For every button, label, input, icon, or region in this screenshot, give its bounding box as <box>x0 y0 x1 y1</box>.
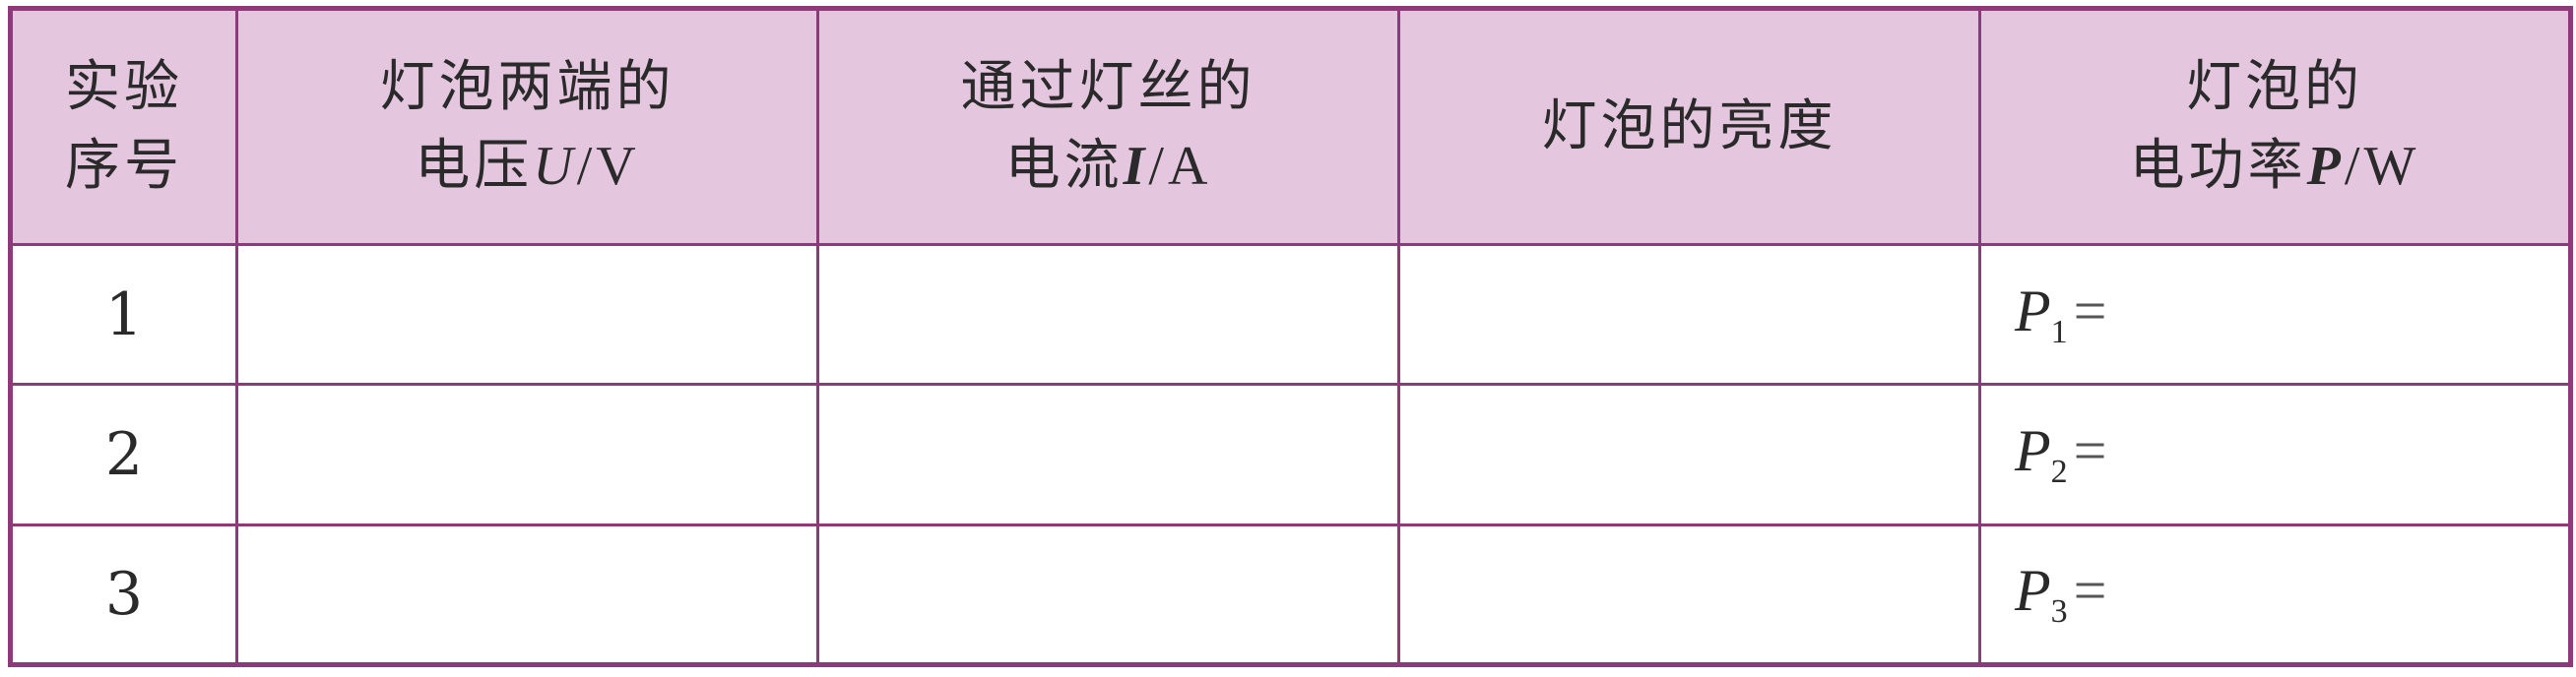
table-row: 2 P2 = <box>9 383 2572 526</box>
row-index: 1 <box>9 242 238 387</box>
header-experiment-number: 实验 序号 <box>9 7 238 246</box>
power-cell[interactable]: P2 = <box>1978 383 2572 526</box>
current-cell[interactable] <box>816 383 1400 526</box>
voltage-cell[interactable] <box>235 523 819 667</box>
brightness-cell[interactable] <box>1397 523 1981 667</box>
current-cell[interactable] <box>816 523 1400 667</box>
power-cell[interactable]: P3 = <box>1978 523 2572 667</box>
row-index: 2 <box>9 383 238 526</box>
header-current: 通过灯丝的 电流I/A <box>816 7 1400 246</box>
table-row: 1 P1 = <box>9 242 2572 387</box>
header-voltage: 灯泡两端的 电压U/V <box>235 7 819 246</box>
table-row: 3 P3 = <box>9 523 2572 667</box>
experiment-table-container: 实验 序号 灯泡两端的 电压U/V 通过灯丝的 电流I/A 灯泡的亮度 灯泡的 … <box>8 6 2573 667</box>
current-cell[interactable] <box>816 242 1400 387</box>
header-brightness: 灯泡的亮度 <box>1397 7 1981 246</box>
table-header-row: 实验 序号 灯泡两端的 电压U/V 通过灯丝的 电流I/A 灯泡的亮度 灯泡的 … <box>9 7 2572 246</box>
brightness-cell[interactable] <box>1397 383 1981 526</box>
experiment-table: 实验 序号 灯泡两端的 电压U/V 通过灯丝的 电流I/A 灯泡的亮度 灯泡的 … <box>8 6 2573 667</box>
voltage-cell[interactable] <box>235 242 819 387</box>
voltage-cell[interactable] <box>235 383 819 526</box>
power-cell[interactable]: P1 = <box>1978 242 2572 387</box>
header-power: 灯泡的 电功率P/W <box>1978 7 2572 246</box>
row-index: 3 <box>9 523 238 667</box>
brightness-cell[interactable] <box>1397 242 1981 387</box>
